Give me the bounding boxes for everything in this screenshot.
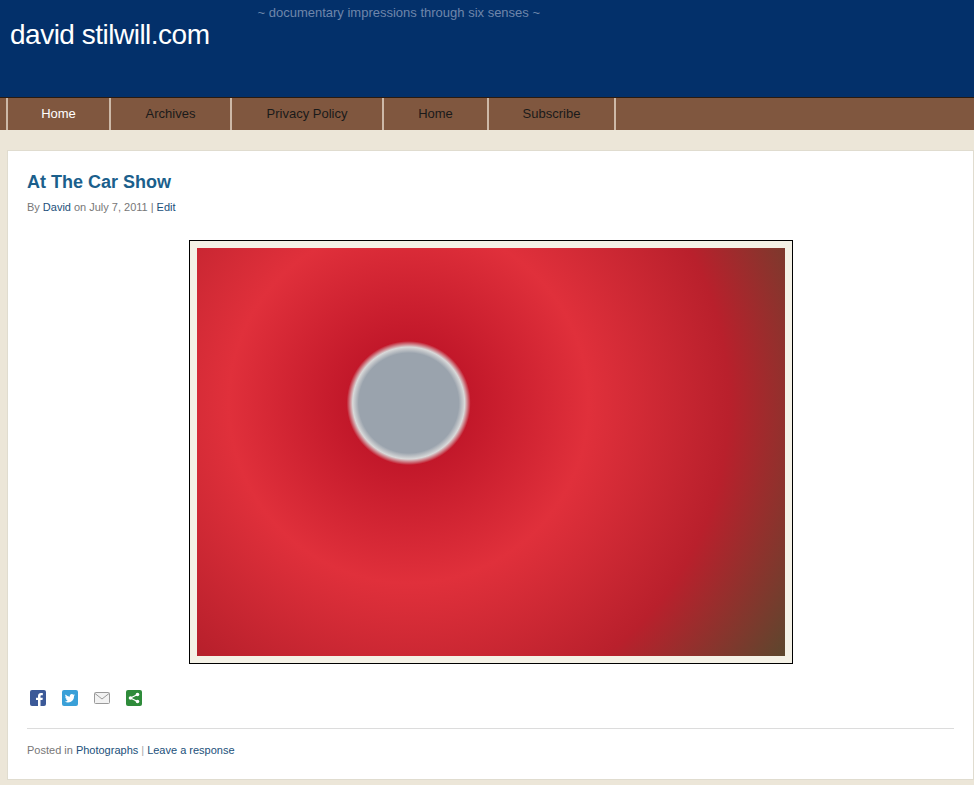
post-meta: ByDavidonJuly 7, 2011|Edit [27,199,954,216]
twitter-icon[interactable] [62,690,78,706]
car-photo[interactable] [197,248,785,656]
email-icon[interactable] [94,690,110,706]
main-nav: HomeArchivesPrivacy PolicyHomeSubscribe [0,97,974,130]
edit-link[interactable]: Edit [157,199,176,216]
photo-frame [189,240,793,664]
page: david stilwill.com~ documentary impressi… [0,0,974,785]
content-panel: At The Car Show ByDavidonJuly 7, 2011|Edi… [7,150,974,780]
nav-item[interactable]: Home [382,98,487,130]
nav-item[interactable]: Privacy Policy [230,98,382,130]
category-link[interactable]: Photographs [76,742,138,759]
share-bar [30,690,954,706]
nav-item[interactable]: Subscribe [487,98,616,130]
share-icon[interactable] [126,690,142,706]
site-tagline: ~ documentary impressions through six se… [210,0,541,23]
nav-item[interactable]: Archives [109,98,230,130]
divider [27,728,954,729]
author-link[interactable]: David [43,199,71,216]
nav-item[interactable]: Home [6,98,109,130]
post-title[interactable]: At The Car Show [27,171,954,193]
post-footer: Posted inPhotographs|Leave a response [27,742,954,759]
facebook-icon[interactable] [30,690,46,706]
site-logo[interactable]: david stilwill.com [0,0,210,53]
response-link[interactable]: Leave a response [147,742,234,759]
site-header: david stilwill.com~ documentary impressi… [0,0,974,97]
